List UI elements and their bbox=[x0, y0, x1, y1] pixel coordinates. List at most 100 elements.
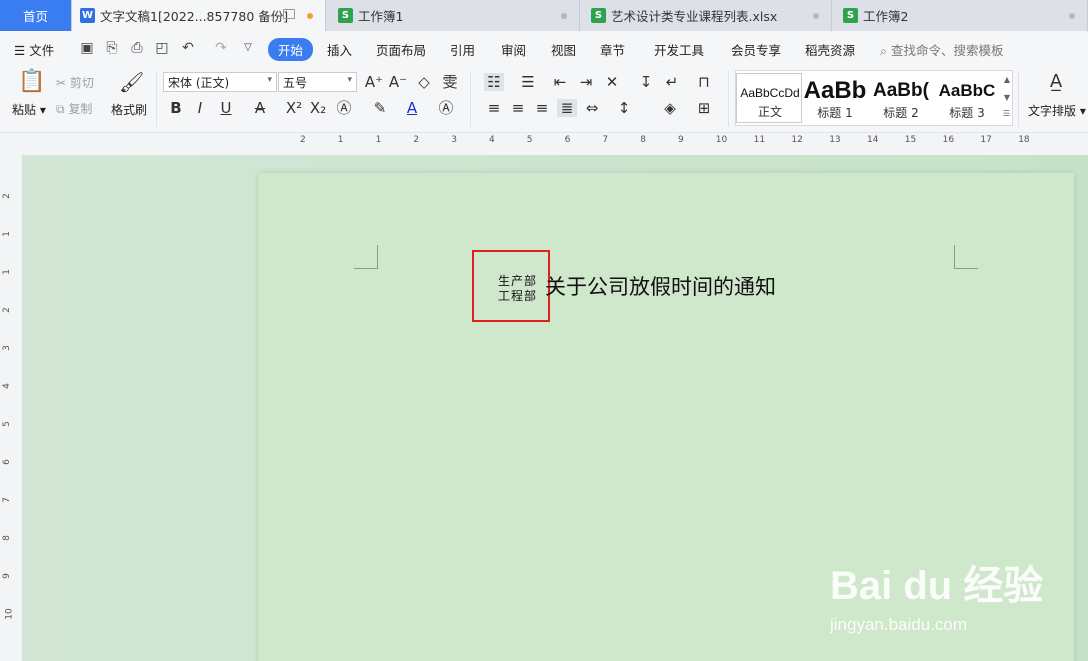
style-heading3[interactable]: AaBbC 标题 3 bbox=[934, 73, 1000, 123]
ruler-number: 10 bbox=[715, 135, 728, 145]
tab-workbook1[interactable]: S 工作簿1 bbox=[330, 0, 580, 31]
line-spacing-icon[interactable]: ↕ bbox=[614, 99, 634, 117]
chevron-down-icon: ▾ bbox=[347, 75, 352, 85]
tab-workbook2[interactable]: S 工作簿2 bbox=[835, 0, 1088, 31]
style-heading1[interactable]: AaBb 标题 1 bbox=[802, 73, 868, 123]
strikethrough-icon[interactable]: A bbox=[250, 99, 270, 117]
char-border-icon[interactable]: Ⓐ bbox=[436, 99, 456, 117]
font-color-icon[interactable]: A bbox=[402, 99, 422, 117]
copy-label: 复制 bbox=[68, 102, 93, 116]
hamburger-icon: ☰ bbox=[14, 43, 26, 58]
tab-close-icon[interactable] bbox=[561, 13, 567, 19]
text-layout-icon[interactable]: A̲ bbox=[1046, 73, 1066, 91]
command-search[interactable]: ⌕ 查找命令、搜索模板 bbox=[880, 40, 1004, 59]
tab-developer[interactable]: 开发工具 bbox=[654, 40, 704, 59]
gallery-up-icon[interactable]: ▲ bbox=[1004, 75, 1010, 84]
export-icon[interactable]: ⎘ bbox=[104, 40, 120, 56]
tab-document[interactable]: W 文字文稿1[2022...857780 备份] bbox=[72, 0, 326, 31]
spreadsheet-icon: S bbox=[843, 8, 858, 23]
font-size-select[interactable]: 五号 ▾ bbox=[278, 72, 357, 92]
tab-home[interactable]: 首页 bbox=[0, 0, 72, 31]
tab-close-icon[interactable] bbox=[1069, 13, 1075, 19]
file-menu[interactable]: ☰ 文件 bbox=[14, 40, 54, 59]
tab-close-icon[interactable] bbox=[813, 13, 819, 19]
numbered-list-icon[interactable]: ☰ bbox=[518, 73, 538, 91]
align-center-icon[interactable]: ≡ bbox=[508, 99, 528, 117]
styles-gallery: AaBbCcDd 正文 AaBb 标题 1 AaBb( 标题 2 AaBbC 标… bbox=[735, 70, 1013, 126]
horizontal-ruler[interactable]: 2 1 1 2 3 4 5 6 7 8 9 10 11 12 13 14 15 16 17 18 bbox=[0, 133, 1088, 155]
save-icon[interactable]: ▣ bbox=[79, 40, 95, 56]
print-preview-icon[interactable]: ◰ bbox=[154, 40, 170, 56]
align-left-icon[interactable]: ≡ bbox=[484, 99, 504, 117]
tab-review[interactable]: 审阅 bbox=[501, 40, 526, 59]
ruler-number: 6 bbox=[564, 135, 571, 145]
justify-icon[interactable]: ≣ bbox=[557, 99, 577, 117]
text-layout-button[interactable]: 文字排版 ▾ bbox=[1028, 102, 1086, 119]
phonetic-guide-icon[interactable]: 雯 bbox=[440, 73, 460, 91]
tab-start[interactable]: 开始 bbox=[268, 38, 314, 61]
sort-icon[interactable]: ↧ bbox=[636, 73, 656, 91]
tab-page-layout[interactable]: 页面布局 bbox=[376, 40, 426, 59]
underline-icon[interactable]: U bbox=[216, 99, 236, 117]
format-painter-button[interactable]: 格式刷 bbox=[111, 101, 147, 118]
copy-button[interactable]: ⧉ 复制 bbox=[56, 100, 92, 117]
clear-format-icon[interactable]: ◇ bbox=[414, 73, 434, 91]
shading-icon[interactable]: ◈ bbox=[660, 99, 680, 117]
chinese-layout-icon[interactable]: ✕ bbox=[602, 73, 622, 91]
writer-icon: W bbox=[80, 8, 95, 23]
subscript-icon[interactable]: X₂ bbox=[308, 99, 328, 117]
superscript-icon[interactable]: X² bbox=[284, 99, 304, 117]
tab-view[interactable]: 视图 bbox=[551, 40, 576, 59]
tab-insert[interactable]: 插入 bbox=[327, 40, 352, 59]
document-title[interactable]: 关于公司放假时间的通知 bbox=[545, 271, 776, 301]
print-icon[interactable]: ⎙ bbox=[129, 40, 145, 56]
italic-icon[interactable]: I bbox=[190, 99, 210, 117]
tab-course-list[interactable]: S 艺术设计类专业课程列表.xlsx bbox=[583, 0, 832, 31]
decrease-indent-icon[interactable]: ⇤ bbox=[550, 73, 570, 91]
combined-line-2: 工程部 bbox=[498, 289, 538, 303]
tab-docer[interactable]: 稻壳资源 bbox=[805, 40, 855, 59]
table-tabs-icon[interactable]: ⊓ bbox=[694, 73, 714, 91]
paste-button[interactable]: 粘贴 ▾ bbox=[12, 101, 46, 118]
style-heading2[interactable]: AaBb( 标题 2 bbox=[868, 73, 934, 123]
increase-indent-icon[interactable]: ⇥ bbox=[576, 73, 596, 91]
gallery-expand-icon[interactable]: ☰ bbox=[1003, 109, 1010, 118]
ruler-number: 8 bbox=[1, 535, 12, 541]
window-icon[interactable] bbox=[283, 9, 295, 19]
format-painter-icon[interactable]: 🖌 bbox=[119, 72, 144, 92]
tab-references[interactable]: 引用 bbox=[450, 40, 475, 59]
ruler-number: 17 bbox=[980, 135, 992, 145]
divider bbox=[470, 71, 471, 127]
grow-font-icon[interactable]: A⁺ bbox=[364, 73, 384, 91]
show-marks-icon[interactable]: ↵ bbox=[662, 73, 682, 91]
tab-member[interactable]: 会员专享 bbox=[731, 40, 781, 59]
cut-button[interactable]: ✂ 剪切 bbox=[56, 74, 94, 91]
ruler-number: 4 bbox=[1, 383, 12, 389]
distribute-icon[interactable]: ⇔ bbox=[582, 99, 602, 117]
undo-icon[interactable]: ↶ bbox=[180, 40, 196, 56]
gallery-down-icon[interactable]: ▼ bbox=[1004, 93, 1010, 102]
font-name-select[interactable]: 宋体 (正文) ▾ bbox=[163, 72, 277, 92]
style-heading2-sample: AaBb( bbox=[873, 80, 929, 101]
bullet-list-icon[interactable]: ☷ bbox=[484, 73, 504, 91]
shrink-font-icon[interactable]: A⁻ bbox=[388, 73, 408, 91]
spreadsheet-icon: S bbox=[338, 8, 353, 23]
ruler-number: 2 bbox=[413, 135, 420, 145]
borders-icon[interactable]: ⊞ bbox=[694, 99, 714, 117]
ruler-number: 18 bbox=[1018, 135, 1030, 145]
text-effect-icon[interactable]: Ⓐ bbox=[334, 99, 354, 117]
ruler-number: 8 bbox=[640, 135, 646, 145]
highlight-icon[interactable]: ✎ bbox=[370, 99, 390, 117]
chevron-down-icon: ▾ bbox=[267, 75, 272, 85]
ruler-number: 9 bbox=[1, 573, 12, 579]
vertical-ruler[interactable]: 2 1 1 2 3 4 5 6 7 8 9 10 bbox=[0, 155, 22, 661]
bold-icon[interactable]: B bbox=[166, 99, 186, 117]
tab-chapter[interactable]: 章节 bbox=[600, 40, 625, 59]
paste-icon[interactable]: 📋 bbox=[18, 71, 45, 93]
tab-document-label: 文字文稿1[2022...857780 备份] bbox=[100, 9, 289, 24]
redo-icon[interactable]: ↷ bbox=[213, 40, 229, 56]
combined-characters[interactable]: 生产部 工程部 bbox=[498, 274, 537, 304]
customize-dropdown-icon[interactable]: ▽ bbox=[240, 40, 256, 56]
style-normal[interactable]: AaBbCcDd 正文 bbox=[736, 73, 802, 123]
align-right-icon[interactable]: ≡ bbox=[532, 99, 552, 117]
